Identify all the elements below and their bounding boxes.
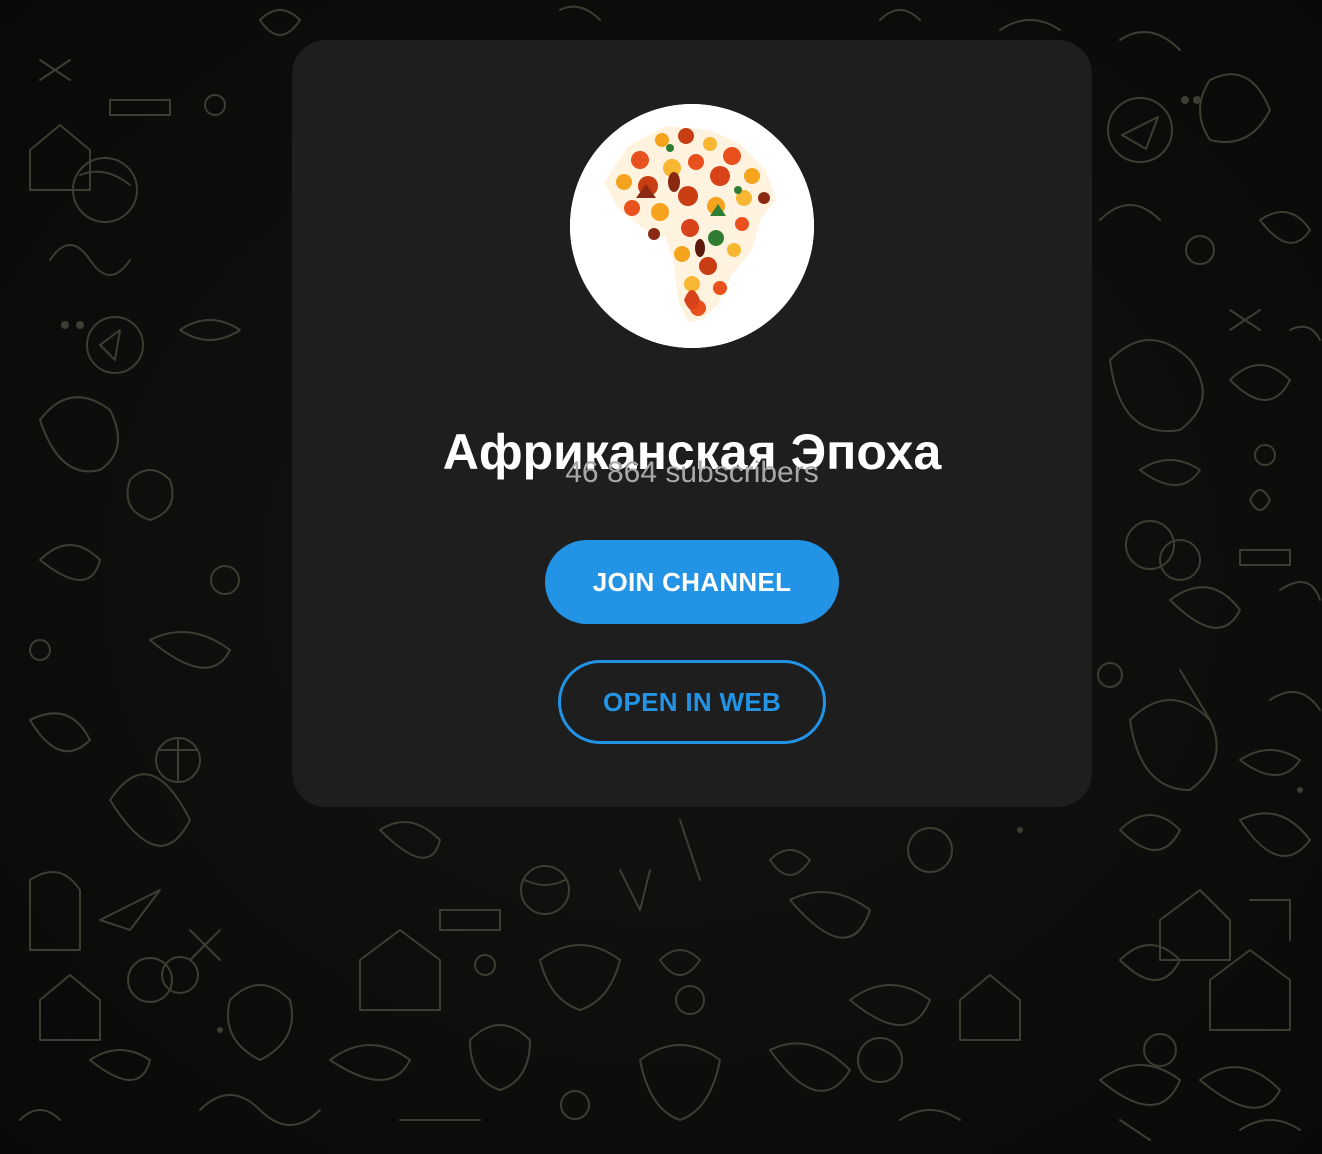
channel-avatar [570,104,814,348]
africa-map-icon [570,104,814,348]
channel-card: Африканская Эпоха 46 864 subscribers JOI… [292,40,1092,807]
open-in-web-button[interactable]: OPEN IN WEB [558,660,826,744]
subscriber-count: 46 864 subscribers [565,456,819,489]
join-channel-button[interactable]: JOIN CHANNEL [545,540,839,624]
